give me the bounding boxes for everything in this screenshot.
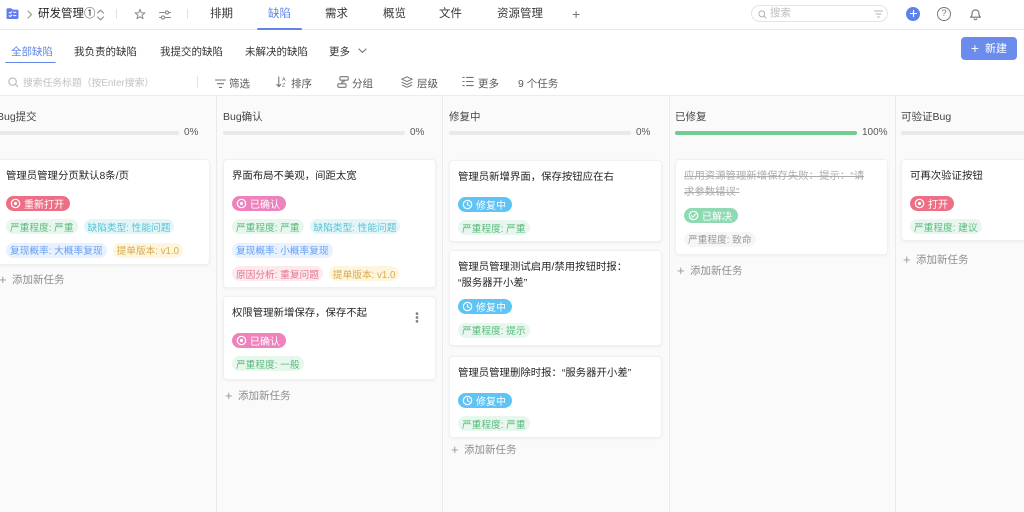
svg-text:Z: Z	[282, 83, 286, 88]
